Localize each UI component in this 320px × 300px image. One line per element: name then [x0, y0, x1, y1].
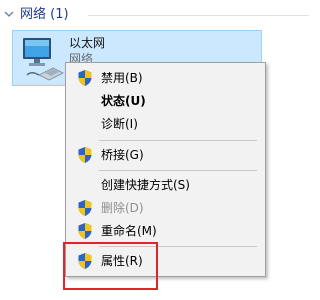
menu-item-disable[interactable]: 禁用(B): [68, 67, 263, 89]
menu-item-create-shortcut[interactable]: 创建快捷方式(S): [68, 174, 263, 196]
menu-separator: [99, 170, 257, 171]
menu-item-label: 诊断(I): [101, 117, 138, 131]
menu-item-label: 重命名(M): [101, 224, 157, 238]
adapter-name: 以太网: [69, 36, 106, 50]
uac-shield-icon: [78, 253, 92, 269]
menu-separator: [99, 246, 257, 247]
uac-shield-icon: [78, 147, 92, 163]
menu-item-label: 状态(U): [101, 94, 146, 108]
uac-shield-icon: [78, 70, 92, 86]
menu-item-label: 禁用(B): [101, 71, 143, 85]
menu-item-bridge[interactable]: 桥接(G): [68, 144, 263, 166]
group-divider: [88, 15, 309, 16]
menu-item-label: 创建快捷方式(S): [101, 178, 190, 192]
uac-shield-icon: [78, 223, 92, 239]
menu-item-delete[interactable]: 删除(D): [68, 197, 263, 219]
network-connections-window: 网络 (1) 以太网 网络 禁用(B) 状态(U) 诊断(I) 桥接(G) 创建…: [0, 0, 313, 300]
network-group-header[interactable]: 网络 (1): [0, 0, 313, 30]
menu-item-label: 桥接(G): [101, 148, 144, 162]
menu-separator: [99, 140, 257, 141]
uac-shield-icon: [78, 200, 92, 216]
menu-item-diagnose[interactable]: 诊断(I): [68, 113, 263, 135]
menu-item-properties[interactable]: 属性(R): [68, 250, 263, 272]
chevron-down-icon[interactable]: [4, 10, 14, 18]
menu-item-rename[interactable]: 重命名(M): [68, 220, 263, 242]
menu-item-label: 属性(R): [101, 254, 143, 268]
menu-item-label: 删除(D): [101, 201, 144, 215]
group-title: 网络 (1): [20, 7, 69, 22]
context-menu: 禁用(B) 状态(U) 诊断(I) 桥接(G) 创建快捷方式(S) 删除(D) …: [65, 62, 266, 277]
menu-item-status[interactable]: 状态(U): [68, 90, 263, 112]
network-adapter-icon: [23, 38, 64, 81]
